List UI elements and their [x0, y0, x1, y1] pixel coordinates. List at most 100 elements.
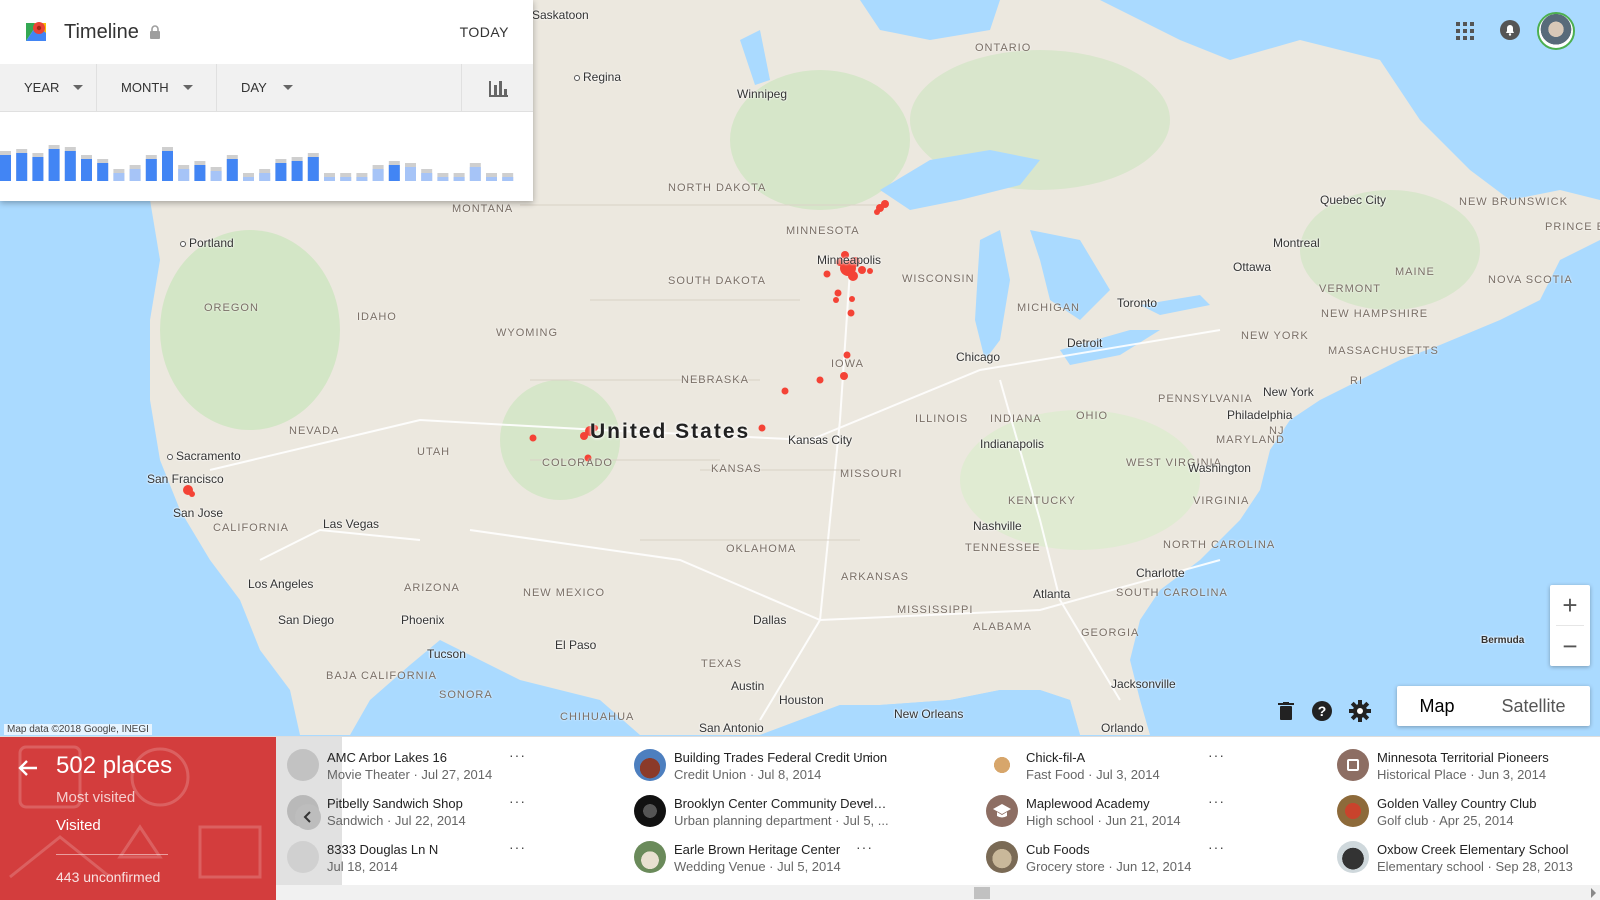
timeline-panel: Timeline TODAY YEAR MONTH DAY: [0, 0, 533, 201]
month-select[interactable]: MONTH: [97, 64, 217, 111]
histogram-bar[interactable]: [356, 177, 368, 181]
list-item[interactable]: 8333 Douglas Ln N Jul 18, 2014 ···: [287, 839, 587, 883]
region-label: IDAHO: [357, 311, 397, 323]
apps-grid-icon[interactable]: [1456, 22, 1474, 40]
histogram-bar[interactable]: [405, 167, 416, 181]
region-label: MISSISSIPPI: [897, 604, 974, 616]
list-item[interactable]: AMC Arbor Lakes 16 Movie Theater · Jul 2…: [287, 747, 587, 791]
list-item[interactable]: Brooklyn Center Community Develo... Urba…: [634, 793, 934, 837]
city-label: Chicago: [956, 350, 1001, 364]
histogram-bar[interactable]: [162, 151, 173, 181]
avatar[interactable]: [1537, 12, 1575, 50]
histogram-bar[interactable]: [194, 165, 206, 181]
region-label: CALIFORNIA: [213, 522, 290, 534]
back-arrow-icon[interactable]: [17, 757, 39, 779]
histogram-bar[interactable]: [340, 177, 352, 181]
chevron-down-icon: [182, 85, 193, 90]
histogram-bar[interactable]: [129, 169, 141, 181]
settings-button[interactable]: [1348, 699, 1372, 723]
help-icon: ?: [1312, 701, 1332, 721]
histogram-bar[interactable]: [421, 173, 433, 181]
more-options-button[interactable]: ···: [856, 747, 873, 763]
histogram-bar[interactable]: [437, 177, 449, 181]
region-label-text: BAJA CALIFORNIA: [326, 670, 437, 682]
scroll-right-arrow-icon[interactable]: [1591, 888, 1596, 898]
histogram-bar[interactable]: [16, 153, 28, 181]
city-label: Bermuda: [1481, 635, 1525, 646]
region-label: MICHIGAN: [1017, 302, 1080, 314]
year-select[interactable]: YEAR: [0, 64, 97, 111]
list-item[interactable]: Chick-fil-A Fast Food · Jul 3, 2014 ···: [986, 747, 1286, 791]
histogram-bar[interactable]: [81, 159, 92, 181]
more-options-button[interactable]: ···: [856, 793, 873, 809]
help-button[interactable]: ?: [1310, 699, 1334, 723]
histogram-bar[interactable]: [243, 177, 254, 181]
histogram-bar[interactable]: [178, 169, 190, 181]
more-options-button[interactable]: ···: [856, 839, 873, 855]
histogram-bar[interactable]: [0, 155, 11, 181]
delete-button[interactable]: [1274, 699, 1298, 723]
more-options-button[interactable]: ···: [509, 793, 526, 809]
visited-filter[interactable]: Visited: [56, 817, 101, 834]
histogram-bar[interactable]: [275, 163, 287, 181]
histogram-bar[interactable]: [210, 171, 222, 181]
city-label: San Francisco: [147, 472, 224, 486]
place-name: Oxbow Creek Elementary School: [1377, 842, 1569, 857]
histogram-bar[interactable]: [97, 163, 109, 181]
more-options-button[interactable]: ···: [1208, 839, 1225, 855]
place-meta: Fast Food · Jul 3, 2014: [1026, 767, 1160, 782]
histogram-bar[interactable]: [64, 151, 76, 181]
list-item[interactable]: Golden Valley Country Club Golf club · A…: [1337, 793, 1600, 837]
histogram-bar[interactable]: [48, 149, 60, 181]
more-options-button[interactable]: ···: [1208, 747, 1225, 763]
city-label: Washington: [1188, 461, 1251, 475]
histogram-bar[interactable]: [372, 169, 384, 181]
scroll-left-button[interactable]: [295, 804, 321, 830]
list-item[interactable]: Maplewood Academy High school · Jun 21, …: [986, 793, 1286, 837]
histogram-bar[interactable]: [259, 173, 271, 181]
day-select[interactable]: DAY: [217, 64, 317, 111]
histogram-bar[interactable]: [32, 157, 44, 181]
city-label: Montreal: [1273, 236, 1320, 250]
list-item[interactable]: Pitbelly Sandwich Shop Sandwich · Jul 22…: [287, 793, 587, 837]
histogram-bar[interactable]: [469, 167, 481, 181]
city-label: San Jose: [173, 506, 224, 520]
list-item[interactable]: Minnesota Territorial Pioneers Historica…: [1337, 747, 1600, 791]
city-label: New Orleans: [894, 707, 964, 721]
list-item[interactable]: Earle Brown Heritage Center Wedding Venu…: [634, 839, 934, 883]
unconfirmed-link[interactable]: 443 unconfirmed: [56, 869, 160, 885]
histogram-bar[interactable]: [324, 177, 335, 181]
zoom-in-button[interactable]: +: [1550, 585, 1590, 625]
histogram-bar[interactable]: [226, 159, 238, 181]
list-item[interactable]: Building Trades Federal Credit Union Cre…: [634, 747, 934, 791]
histogram-bar[interactable]: [291, 161, 303, 181]
more-options-button[interactable]: ···: [509, 747, 526, 763]
scrollbar-thumb[interactable]: [974, 887, 990, 899]
histogram-bar[interactable]: [486, 177, 497, 181]
histogram-bar[interactable]: [113, 173, 125, 181]
most-visited-filter[interactable]: Most visited: [56, 789, 135, 806]
list-item[interactable]: Oxbow Creek Elementary School Elementary…: [1337, 839, 1600, 883]
list-item[interactable]: Cub Foods Grocery store · Jun 12, 2014 ·…: [986, 839, 1286, 883]
horizontal-scrollbar[interactable]: [276, 885, 1600, 900]
place-thumbnail: [287, 749, 319, 781]
city-label: San Diego: [278, 613, 335, 627]
notifications-icon[interactable]: [1499, 19, 1521, 41]
more-options-button[interactable]: ···: [509, 839, 526, 855]
satellite-view-button[interactable]: Satellite: [1477, 686, 1590, 726]
histogram-bar[interactable]: [502, 177, 514, 181]
activity-histogram[interactable]: [0, 145, 520, 181]
map-view-button[interactable]: Map: [1397, 686, 1477, 726]
place-meta: Sandwich · Jul 22, 2014: [327, 813, 466, 828]
region-label: GEORGIA: [1081, 627, 1140, 639]
histogram-bar[interactable]: [388, 165, 400, 181]
chart-toggle-button[interactable]: [461, 64, 533, 111]
histogram-bar[interactable]: [307, 157, 319, 181]
region-label-text: NORTH DAKOTA: [668, 182, 767, 194]
histogram-bar[interactable]: [145, 159, 157, 181]
zoom-out-button[interactable]: −: [1550, 626, 1590, 666]
today-button[interactable]: TODAY: [460, 24, 509, 40]
more-options-button[interactable]: ···: [1208, 793, 1225, 809]
histogram-bar[interactable]: [453, 177, 465, 181]
places-count: 502 places: [56, 752, 173, 779]
